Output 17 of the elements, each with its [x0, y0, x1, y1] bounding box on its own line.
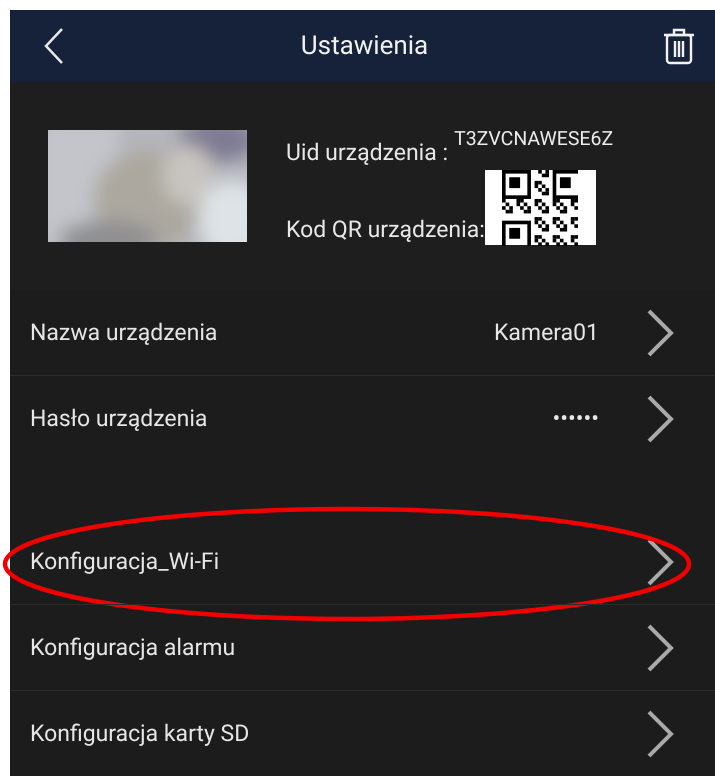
settings-row[interactable]: Konfiguracja_Wi-Fi — [10, 519, 715, 604]
chevron-icon[interactable] — [645, 622, 675, 672]
row-value: •••••• — [552, 405, 599, 432]
back-icon[interactable] — [42, 26, 66, 66]
settings-row[interactable]: Konfiguracja karty SD — [10, 691, 715, 776]
chevron-icon[interactable] — [645, 394, 675, 444]
settings-row[interactable]: Hasło urządzenia •••••• — [10, 376, 715, 461]
uid-label: Uid urządzenia : — [286, 139, 448, 166]
uid-value: T3ZVCNAWESE6Z — [454, 127, 614, 150]
chevron-icon[interactable] — [645, 708, 675, 758]
row-value: Kamera01 — [494, 319, 599, 346]
chevron-icon[interactable] — [645, 308, 675, 358]
qr-label: Kod QR urządzenia: — [286, 216, 485, 243]
window-title: Ustawienia — [300, 31, 428, 61]
settings-row[interactable]: Konfiguracja alarmu — [10, 605, 715, 690]
trash-icon[interactable] — [663, 27, 695, 65]
settings-row[interactable]: Nazwa urządzenia Kamera01 — [10, 290, 715, 375]
